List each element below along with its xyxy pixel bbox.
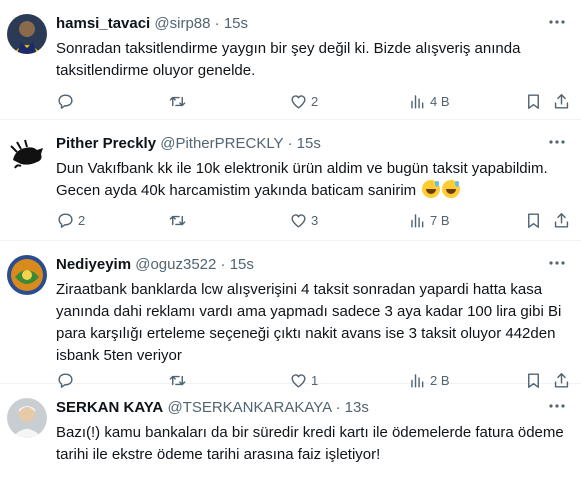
views-count: 4 B bbox=[430, 93, 450, 109]
timestamp[interactable]: 15s bbox=[224, 15, 248, 32]
reply-count: 2 bbox=[78, 212, 86, 228]
avatar[interactable] bbox=[7, 134, 47, 174]
views-count: 7 B bbox=[430, 212, 450, 228]
like-button[interactable]: 2 bbox=[289, 90, 318, 112]
separator-dot: · bbox=[220, 256, 226, 273]
tweet-text: Dun Vakıfbank kk ile 10k elektronik ürün… bbox=[56, 158, 569, 202]
reply-button[interactable]: 2 bbox=[56, 209, 85, 231]
share-icon bbox=[554, 93, 569, 109]
separator-dot: · bbox=[214, 15, 220, 32]
bookmark-icon bbox=[528, 93, 539, 109]
sweat-smile-emoji bbox=[442, 180, 461, 198]
tweet-3[interactable]: Nediyeyim @oguz3522 · 15s Ziraatbank ban… bbox=[0, 241, 581, 388]
more-horizontal-icon[interactable] bbox=[547, 253, 567, 273]
retweet-icon bbox=[169, 96, 186, 106]
avatar[interactable] bbox=[7, 398, 47, 438]
reply-icon bbox=[58, 93, 73, 109]
display-name[interactable]: Nediyeyim bbox=[56, 256, 131, 273]
more-horizontal-icon[interactable] bbox=[547, 396, 567, 416]
views-icon bbox=[411, 213, 424, 228]
sweat-smile-emoji bbox=[422, 180, 441, 198]
tweet-text: Ziraatbank banklarda lcw alışverişini 4 … bbox=[56, 281, 562, 364]
tweet-4[interactable]: SERKAN KAYA @TSERKANKARAKAYA · 13s Bazı(… bbox=[0, 384, 581, 481]
tweet-2[interactable]: Pither Preckly @PitherPRECKLY · 15s Dun … bbox=[0, 120, 581, 241]
tweet-actions: 2 3 7 B bbox=[56, 209, 571, 231]
tweet-text: Sonradan taksitlendirme yaygın bir şey d… bbox=[56, 40, 521, 79]
tweet-header: Nediyeyim @oguz3522 · 15s bbox=[56, 255, 541, 275]
timestamp[interactable]: 13s bbox=[345, 399, 369, 416]
user-handle[interactable]: @sirp88 bbox=[154, 15, 210, 32]
more-horizontal-icon[interactable] bbox=[547, 12, 567, 32]
reply-button[interactable] bbox=[56, 90, 78, 112]
like-count: 3 bbox=[311, 212, 319, 228]
bookmark-button[interactable] bbox=[524, 90, 543, 112]
display-name[interactable]: Pither Preckly bbox=[56, 135, 156, 152]
share-button[interactable] bbox=[552, 209, 571, 231]
tweet-header: hamsi_tavaci @sirp88 · 15s bbox=[56, 14, 541, 34]
views-icon bbox=[411, 94, 424, 109]
like-count: 2 bbox=[311, 93, 319, 109]
retweet-button[interactable] bbox=[168, 209, 190, 231]
like-icon bbox=[291, 94, 306, 109]
separator-dot: · bbox=[335, 399, 341, 416]
bookmark-button[interactable] bbox=[524, 209, 543, 231]
tweet-1[interactable]: hamsi_tavaci @sirp88 · 15s Sonradan taks… bbox=[0, 0, 581, 120]
tweet-text: Bazı(!) kamu bankaları da bir süredir kr… bbox=[56, 424, 564, 463]
bookmark-icon bbox=[528, 212, 539, 228]
like-button[interactable]: 3 bbox=[289, 209, 318, 231]
avatar[interactable] bbox=[7, 255, 47, 295]
timestamp[interactable]: 15s bbox=[230, 256, 254, 273]
avatar[interactable] bbox=[7, 14, 47, 54]
views-button[interactable]: 4 B bbox=[408, 90, 450, 112]
like-icon bbox=[291, 213, 306, 228]
tweet-header: Pither Preckly @PitherPRECKLY · 15s bbox=[56, 134, 541, 154]
share-button[interactable] bbox=[552, 90, 571, 112]
display-name[interactable]: hamsi_tavaci bbox=[56, 15, 150, 32]
timestamp[interactable]: 15s bbox=[297, 135, 321, 152]
views-button[interactable]: 7 B bbox=[408, 209, 450, 231]
reply-icon bbox=[58, 212, 73, 228]
user-handle[interactable]: @TSERKANKARAKAYA bbox=[167, 399, 331, 416]
tweet-actions: 2 4 B bbox=[56, 90, 571, 112]
retweet-icon bbox=[169, 215, 186, 225]
retweet-button[interactable] bbox=[168, 90, 190, 112]
tweet-text-body: Dun Vakıfbank kk ile 10k elektronik ürün… bbox=[56, 160, 548, 199]
share-icon bbox=[554, 212, 569, 228]
user-handle[interactable]: @PitherPRECKLY bbox=[160, 135, 283, 152]
user-handle[interactable]: @oguz3522 bbox=[135, 256, 216, 273]
display-name[interactable]: SERKAN KAYA bbox=[56, 399, 163, 416]
separator-dot: · bbox=[287, 135, 293, 152]
more-horizontal-icon[interactable] bbox=[547, 132, 567, 152]
tweet-header: SERKAN KAYA @TSERKANKARAKAYA · 13s bbox=[56, 398, 541, 418]
